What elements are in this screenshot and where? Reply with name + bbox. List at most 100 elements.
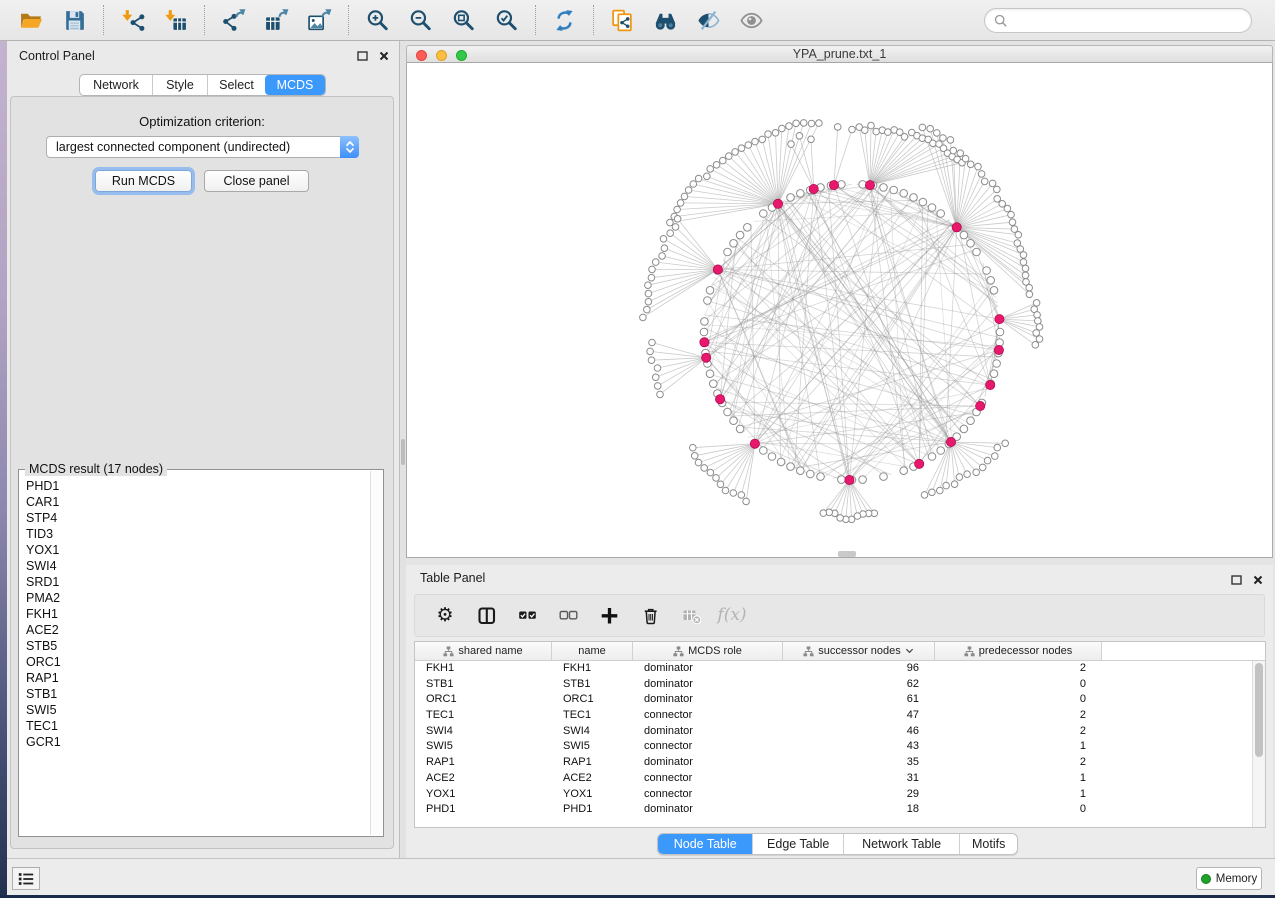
mcds-result-item[interactable]: FKH1 xyxy=(20,606,370,622)
table-row[interactable]: TEC1TEC1connector472 xyxy=(415,708,1252,724)
search-input[interactable] xyxy=(1008,10,1251,30)
apply-preferred-layout-button[interactable] xyxy=(551,7,578,34)
table-cell[interactable]: 0 xyxy=(935,692,1102,708)
table-cell[interactable]: dominator xyxy=(633,802,783,818)
table-cell[interactable]: connector xyxy=(633,708,783,724)
table-cell[interactable]: RAP1 xyxy=(552,755,633,771)
tab-network-table[interactable]: Network Table xyxy=(843,834,959,854)
mcds-result-item[interactable]: STB1 xyxy=(20,686,370,702)
network-canvas[interactable] xyxy=(406,63,1273,558)
table-cell[interactable]: 1 xyxy=(935,739,1102,755)
table-cell[interactable]: 62 xyxy=(783,677,935,693)
table-cell[interactable]: ORC1 xyxy=(415,692,552,708)
mcds-result-item[interactable]: YOX1 xyxy=(20,542,370,558)
delete-columns-button[interactable] xyxy=(640,606,660,626)
table-cell[interactable]: ORC1 xyxy=(552,692,633,708)
export-table-button[interactable] xyxy=(263,7,290,34)
splitter-grip[interactable] xyxy=(401,439,405,465)
table-cell[interactable]: connector xyxy=(633,739,783,755)
table-cell[interactable]: 96 xyxy=(783,661,935,677)
table-cell[interactable]: SWI4 xyxy=(415,724,552,740)
open-session-button[interactable] xyxy=(18,7,45,34)
table-row[interactable]: PHD1PHD1dominator180 xyxy=(415,802,1252,818)
close-panel-icon[interactable] xyxy=(1252,574,1263,585)
select-all-rows-button[interactable] xyxy=(517,606,537,626)
table-row[interactable]: YOX1YOX1connector291 xyxy=(415,787,1252,803)
mcds-result-item[interactable]: STP4 xyxy=(20,510,370,526)
mcds-result-item[interactable]: PHD1 xyxy=(20,478,370,494)
table-cell[interactable]: STB1 xyxy=(552,677,633,693)
table-cell[interactable]: YOX1 xyxy=(552,787,633,803)
add-column-button[interactable] xyxy=(599,606,619,626)
table-cell[interactable]: 2 xyxy=(935,661,1102,677)
table-row[interactable]: STB1STB1dominator620 xyxy=(415,677,1252,693)
table-row[interactable]: SWI4SWI4dominator462 xyxy=(415,724,1252,740)
zoom-selected-region-button[interactable] xyxy=(493,7,520,34)
table-cell[interactable]: 1 xyxy=(935,771,1102,787)
close-panel-button[interactable]: Close panel xyxy=(204,170,309,192)
table-cell[interactable]: connector xyxy=(633,787,783,803)
tab-mcds[interactable]: MCDS xyxy=(265,75,325,95)
table-cell[interactable]: RAP1 xyxy=(415,755,552,771)
mcds-result-item[interactable]: ACE2 xyxy=(20,622,370,638)
tab-network[interactable]: Network xyxy=(80,75,152,95)
table-cell[interactable]: SWI4 xyxy=(552,724,633,740)
mcds-result-item[interactable]: GCR1 xyxy=(20,734,370,750)
mcds-result-item[interactable]: STB5 xyxy=(20,638,370,654)
table-cell[interactable]: TEC1 xyxy=(552,708,633,724)
show-columns-button[interactable] xyxy=(476,606,496,626)
minimize-window-icon[interactable] xyxy=(436,50,447,61)
tab-select[interactable]: Select xyxy=(207,75,265,95)
import-table-from-file-button[interactable] xyxy=(162,7,189,34)
column-header-successor-nodes[interactable]: successor nodes xyxy=(783,642,935,660)
run-mcds-button[interactable]: Run MCDS xyxy=(95,170,192,192)
table-cell[interactable]: 46 xyxy=(783,724,935,740)
criterion-dropdown[interactable]: largest connected component (undirected) xyxy=(46,136,359,158)
float-panel-icon[interactable] xyxy=(1231,574,1242,585)
table-cell[interactable]: TEC1 xyxy=(415,708,552,724)
mcds-result-item[interactable]: SWI4 xyxy=(20,558,370,574)
close-window-icon[interactable] xyxy=(416,50,427,61)
memory-button[interactable]: Memory xyxy=(1196,867,1262,890)
search-box[interactable] xyxy=(984,8,1252,33)
table-cell[interactable]: 0 xyxy=(935,802,1102,818)
mcds-result-item[interactable]: PMA2 xyxy=(20,590,370,606)
table-cell[interactable]: dominator xyxy=(633,692,783,708)
table-cell[interactable]: 29 xyxy=(783,787,935,803)
tab-node-table[interactable]: Node Table xyxy=(658,834,752,854)
column-header-name[interactable]: name xyxy=(552,642,633,660)
export-network-button[interactable] xyxy=(220,7,247,34)
save-session-button[interactable] xyxy=(61,7,88,34)
table-row[interactable]: RAP1RAP1dominator352 xyxy=(415,755,1252,771)
table-cell[interactable]: dominator xyxy=(633,661,783,677)
column-header-predecessor-nodes[interactable]: predecessor nodes xyxy=(935,642,1102,660)
table-cell[interactable]: 0 xyxy=(935,677,1102,693)
hide-selected-button[interactable] xyxy=(695,7,722,34)
table-cell[interactable]: YOX1 xyxy=(415,787,552,803)
close-panel-icon[interactable] xyxy=(378,50,389,61)
column-header-shared-name[interactable]: shared name xyxy=(415,642,552,660)
table-cell[interactable]: 2 xyxy=(935,724,1102,740)
table-cell[interactable]: 47 xyxy=(783,708,935,724)
table-settings-button[interactable]: ⚙ xyxy=(435,606,455,626)
table-cell[interactable]: FKH1 xyxy=(415,661,552,677)
zoom-out-button[interactable] xyxy=(407,7,434,34)
table-cell[interactable]: 43 xyxy=(783,739,935,755)
show-all-button[interactable] xyxy=(738,7,765,34)
mcds-result-item[interactable]: TEC1 xyxy=(20,718,370,734)
table-cell[interactable]: 1 xyxy=(935,787,1102,803)
table-cell[interactable]: ACE2 xyxy=(415,771,552,787)
table-cell[interactable]: 35 xyxy=(783,755,935,771)
zoom-in-button[interactable] xyxy=(364,7,391,34)
table-cell[interactable]: 31 xyxy=(783,771,935,787)
mcds-result-item[interactable]: SRD1 xyxy=(20,574,370,590)
table-row[interactable]: FKH1FKH1dominator962 xyxy=(415,661,1252,677)
table-cell[interactable]: PHD1 xyxy=(552,802,633,818)
task-history-button[interactable] xyxy=(12,867,40,890)
first-neighbors-button[interactable] xyxy=(652,7,679,34)
list-scrollbar[interactable] xyxy=(370,471,382,835)
zoom-window-icon[interactable] xyxy=(456,50,467,61)
table-scrollbar[interactable] xyxy=(1252,661,1265,827)
new-network-from-selection-button[interactable] xyxy=(609,7,636,34)
table-cell[interactable]: PHD1 xyxy=(415,802,552,818)
